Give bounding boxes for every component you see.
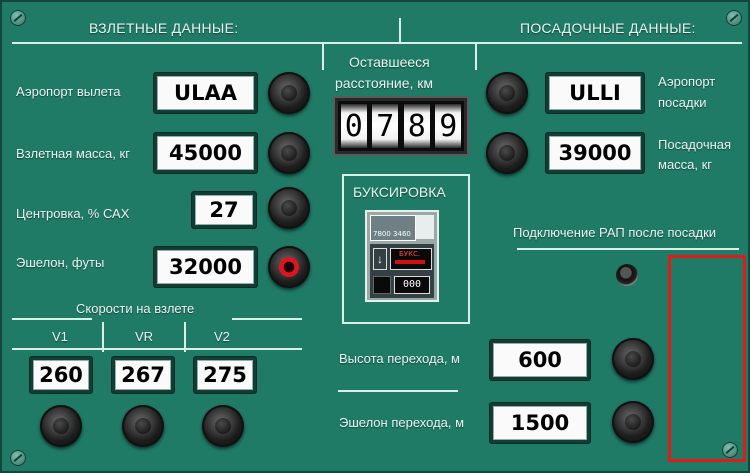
transition-altitude-knob[interactable]	[612, 338, 654, 380]
header-divider	[12, 42, 742, 44]
towing-panel: БУКСИРОВКА 7800 3460 ↓ БУКС. 000	[342, 174, 470, 324]
towing-thumbnail[interactable]: 7800 3460	[370, 215, 416, 241]
odometer-digit: 9	[435, 104, 462, 148]
flight-level-label: Эшелон, футы	[16, 255, 105, 270]
landing-mass-knob[interactable]	[486, 132, 528, 174]
screw-icon	[726, 10, 742, 26]
highlight-frame	[668, 255, 746, 462]
landing-mass-display: 39000	[546, 133, 644, 173]
departure-airport-display: ULAA	[154, 73, 257, 113]
tow-mode-indicator	[395, 260, 425, 264]
takeoff-mass-knob[interactable]	[268, 132, 310, 174]
vr-label: VR	[135, 329, 154, 344]
cg-knob[interactable]	[268, 187, 310, 229]
takeoff-mass-display: 45000	[154, 133, 257, 173]
speeds-label-divider	[12, 348, 302, 350]
header-divider-tick	[399, 18, 401, 42]
screw-icon	[10, 10, 26, 26]
vr-knob[interactable]	[122, 405, 164, 447]
towing-screen[interactable]: 7800 3460 ↓ БУКС. 000	[365, 210, 439, 302]
remaining-label-1: Оставшееся	[349, 54, 430, 70]
v2-knob[interactable]	[202, 405, 244, 447]
v1-display: 260	[30, 357, 92, 393]
arrival-airport-label-2: посадки	[658, 95, 707, 110]
v1-label: V1	[52, 329, 68, 344]
flight-data-panel: ВЗЛЕТНЫЕ ДАННЫЕ: ПОСАДОЧНЫЕ ДАННЫЕ: Оста…	[0, 0, 750, 473]
cg-label: Центровка, % САХ	[16, 206, 130, 221]
transition-level-display: 1500	[490, 403, 590, 443]
takeoff-mass-label: Взлетная масса, кг	[16, 146, 130, 161]
speeds-col-divider	[102, 322, 104, 352]
tow-mode-button[interactable]: БУКС.	[390, 248, 432, 270]
transition-level-label: Эшелон перехода, м	[339, 415, 465, 430]
arrival-airport-display: ULLI	[546, 73, 644, 113]
landing-mass-label-1: Посадочная	[658, 137, 732, 152]
odometer-digit: 8	[403, 104, 430, 148]
vr-display: 267	[112, 357, 174, 393]
v1-knob[interactable]	[40, 405, 82, 447]
tow-counter: 000	[394, 276, 430, 294]
landing-header: ПОСАДОЧНЫЕ ДАННЫЕ:	[520, 20, 696, 36]
towing-controls: ↓ БУКС. 000	[370, 244, 434, 298]
divider-left	[322, 44, 324, 70]
odometer-digit: 0	[340, 104, 367, 148]
transition-level-knob[interactable]	[612, 401, 654, 443]
tow-toggle[interactable]	[373, 276, 391, 294]
landing-mass-label-2: масса, кг	[658, 157, 713, 172]
arrival-airport-knob[interactable]	[486, 72, 528, 114]
arrow-down-icon[interactable]: ↓	[373, 248, 387, 270]
screw-icon	[10, 450, 26, 466]
arrival-airport-label-1: Аэропорт	[658, 74, 716, 89]
flight-level-knob-active[interactable]	[268, 246, 310, 288]
cg-display: 27	[192, 192, 256, 228]
v2-label: V2	[214, 329, 230, 344]
speeds-divider-left	[12, 318, 92, 320]
speeds-col-divider	[184, 322, 186, 352]
towing-thumb-text: 7800 3460	[373, 230, 411, 238]
towing-title: БУКСИРОВКА	[353, 184, 446, 200]
transition-divider	[338, 390, 458, 392]
v2-display: 275	[194, 357, 256, 393]
transition-altitude-label: Высота перехода, м	[339, 351, 460, 366]
departure-airport-knob[interactable]	[268, 72, 310, 114]
odometer-digit: 7	[372, 104, 399, 148]
remaining-distance-counter: 0 7 8 9	[335, 98, 467, 154]
divider-right	[475, 44, 477, 70]
speeds-header: Скорости на взлете	[76, 301, 195, 316]
apu-indicator-lamp[interactable]	[616, 264, 638, 286]
towing-blank-cell	[416, 215, 434, 239]
apu-divider	[517, 248, 739, 250]
flight-level-display: 32000	[154, 247, 257, 287]
speeds-divider-right	[232, 318, 302, 320]
transition-altitude-display: 600	[490, 340, 590, 380]
takeoff-header: ВЗЛЕТНЫЕ ДАННЫЕ:	[89, 20, 239, 36]
remaining-label-2: расстояние, км	[335, 75, 434, 91]
apu-connect-label: Подключение РАП после посадки	[513, 225, 717, 240]
tow-mode-label: БУКС.	[399, 250, 421, 258]
departure-airport-label: Аэропорт вылета	[16, 84, 121, 99]
